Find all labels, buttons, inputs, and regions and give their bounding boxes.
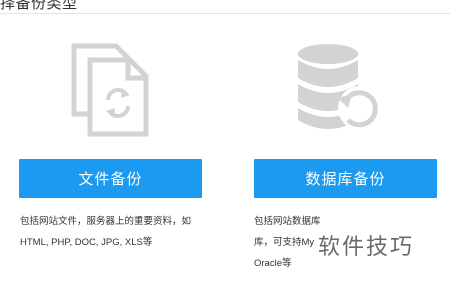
watermark-text: 软件技巧	[318, 234, 415, 259]
file-sync-icon	[71, 43, 149, 137]
file-backup-description: 包括网站文件，服务器上的重要资料，如 HTML, PHP, DOC, JPG, …	[20, 211, 220, 253]
file-backup-button[interactable]: 文件备份	[19, 159, 202, 198]
database-backup-button[interactable]: 数据库备份	[254, 159, 437, 198]
database-backup-button-label: 数据库备份	[305, 171, 386, 188]
file-desc-line: HTML, PHP, DOC, JPG, XLS等	[20, 237, 153, 248]
database-restore-icon	[298, 44, 382, 130]
header-divider	[0, 13, 450, 14]
file-backup-button-label: 文件备份	[78, 171, 143, 188]
backup-type-page: 择备份类型 文件备份 数据库备份 包括网站文件，服务器上的重要资料，如 HTML…	[0, 0, 450, 281]
file-desc-line: 包括网站文件，服务器上的重要资料，如	[20, 216, 192, 227]
page-title: 择备份类型	[0, 0, 78, 12]
